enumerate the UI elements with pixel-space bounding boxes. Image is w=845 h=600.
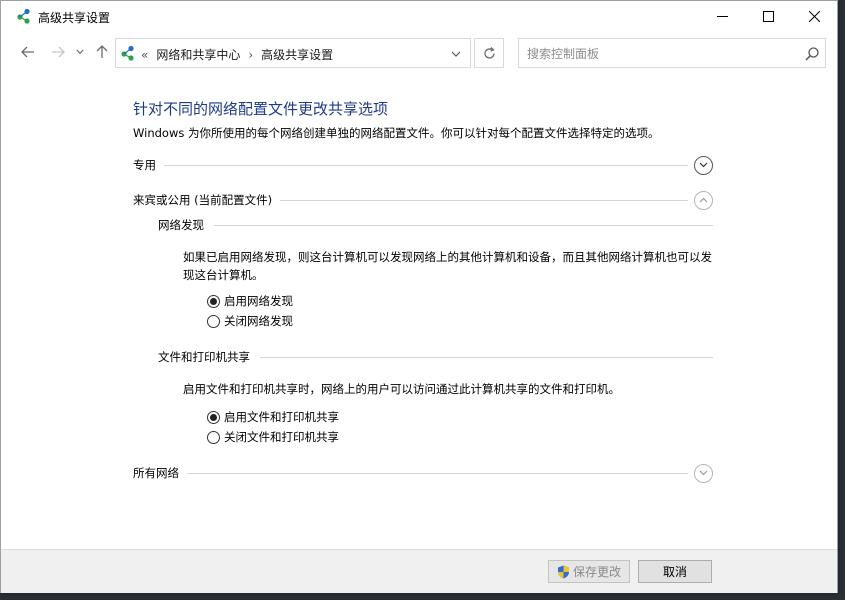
section-label: 专用 xyxy=(133,158,156,172)
window-title: 高级共享设置 xyxy=(38,11,111,25)
title-bar: 高级共享设置 xyxy=(1,1,837,31)
page-description: Windows 为你所使用的每个网络创建单独的网络配置文件。你可以针对每个配置文… xyxy=(133,126,660,140)
search-input[interactable] xyxy=(527,45,787,63)
radio-enable-file-printer-sharing[interactable]: 启用文件和打印机共享 xyxy=(207,408,339,426)
radio-disable-file-printer-sharing[interactable]: 关闭文件和打印机共享 xyxy=(207,428,339,446)
address-bar[interactable]: « 网络和共享中心 › 高级共享设置 xyxy=(115,38,471,68)
network-icon xyxy=(121,45,134,61)
breadcrumb-separator: › xyxy=(248,47,254,62)
breadcrumb: « 网络和共享中心 › 高级共享设置 xyxy=(141,46,333,63)
radio-selected-dot xyxy=(210,413,217,421)
maximize-button[interactable] xyxy=(745,1,791,31)
close-icon xyxy=(808,10,820,22)
section-guest-public[interactable]: 来宾或公用 (当前配置文件) xyxy=(133,189,713,211)
search-icon[interactable] xyxy=(804,46,820,62)
file-printer-sharing-header: 文件和打印机共享 xyxy=(158,347,713,367)
cancel-label: 取消 xyxy=(662,565,687,579)
divider xyxy=(280,199,688,201)
divider xyxy=(214,224,713,226)
radio-button[interactable] xyxy=(207,294,220,308)
arrow-right-icon xyxy=(52,46,65,58)
minimize-button[interactable] xyxy=(699,1,745,31)
breadcrumb-network-center[interactable]: 网络和共享中心 xyxy=(156,46,240,63)
section-label: 所有网络 xyxy=(133,466,179,480)
expand-private-button[interactable] xyxy=(694,155,713,175)
radio-button[interactable] xyxy=(207,314,220,328)
section-private[interactable]: 专用 xyxy=(133,154,713,176)
radio-enable-network-discovery[interactable]: 启用网络发现 xyxy=(207,292,293,310)
divider xyxy=(187,472,688,474)
chevron-down-icon xyxy=(699,470,708,476)
network-discovery-header: 网络发现 xyxy=(158,215,713,235)
maximize-icon xyxy=(762,10,774,22)
network-icon xyxy=(17,8,30,24)
address-dropdown-button[interactable] xyxy=(446,45,466,63)
section-all-networks[interactable]: 所有网络 xyxy=(133,462,713,484)
chevron-up-icon xyxy=(699,197,708,203)
breadcrumb-advanced-sharing[interactable]: 高级共享设置 xyxy=(261,46,333,63)
arrow-up-icon xyxy=(96,45,108,58)
radio-disable-network-discovery[interactable]: 关闭网络发现 xyxy=(207,312,293,330)
search-box[interactable] xyxy=(518,38,826,68)
breadcrumb-overflow[interactable]: « xyxy=(141,48,148,62)
radio-label[interactable]: 启用网络发现 xyxy=(224,293,293,309)
minimize-icon xyxy=(716,15,728,17)
chevron-down-icon xyxy=(76,49,84,55)
forward-button[interactable] xyxy=(47,41,69,63)
collapse-guest-public-button[interactable] xyxy=(694,190,713,210)
radio-button[interactable] xyxy=(207,430,220,444)
recent-locations-button[interactable] xyxy=(72,41,88,63)
save-changes-button[interactable]: 保存更改 xyxy=(548,560,630,583)
expand-all-networks-button[interactable] xyxy=(694,463,713,483)
footer-bar: 保存更改 取消 xyxy=(1,549,837,593)
network-discovery-label: 网络发现 xyxy=(158,218,204,232)
file-printer-sharing-label: 文件和打印机共享 xyxy=(158,350,250,364)
page-title: 针对不同的网络配置文件更改共享选项 xyxy=(133,100,389,118)
chevron-down-icon xyxy=(451,51,461,57)
cancel-button[interactable]: 取消 xyxy=(638,560,712,583)
navigation-bar: « 网络和共享中心 › 高级共享设置 xyxy=(1,35,837,69)
radio-label[interactable]: 关闭文件和打印机共享 xyxy=(224,429,339,445)
refresh-button[interactable] xyxy=(474,38,504,68)
close-button[interactable] xyxy=(791,1,837,31)
main-content: 针对不同的网络配置文件更改共享选项 Windows 为你所使用的每个网络创建单独… xyxy=(1,71,837,549)
advanced-sharing-window: 高级共享设置 « 网络和共享中心 › 高级共享设置 搜索控制面板 针对不同的网络… xyxy=(0,0,838,593)
radio-selected-dot xyxy=(210,297,217,305)
divider xyxy=(260,356,713,358)
arrow-left-icon xyxy=(21,46,34,58)
uac-shield-icon xyxy=(557,565,569,578)
save-changes-label: 保存更改 xyxy=(572,565,621,579)
file-printer-sharing-description: 启用文件和打印机共享时，网络上的用户可以访问通过此计算机共享的文件和打印机。 xyxy=(183,382,620,396)
radio-label[interactable]: 关闭网络发现 xyxy=(224,313,293,329)
divider xyxy=(164,164,688,166)
chevron-down-icon xyxy=(699,162,708,168)
radio-button[interactable] xyxy=(207,410,220,424)
radio-label[interactable]: 启用文件和打印机共享 xyxy=(224,409,339,425)
up-button[interactable] xyxy=(91,41,113,63)
network-discovery-description: 如果已启用网络发现，则这台计算机可以发现网络上的其他计算机和设备，而且其他网络计… xyxy=(183,250,712,282)
back-button[interactable] xyxy=(17,41,39,63)
section-label: 来宾或公用 (当前配置文件) xyxy=(133,193,273,207)
refresh-icon xyxy=(483,46,495,59)
